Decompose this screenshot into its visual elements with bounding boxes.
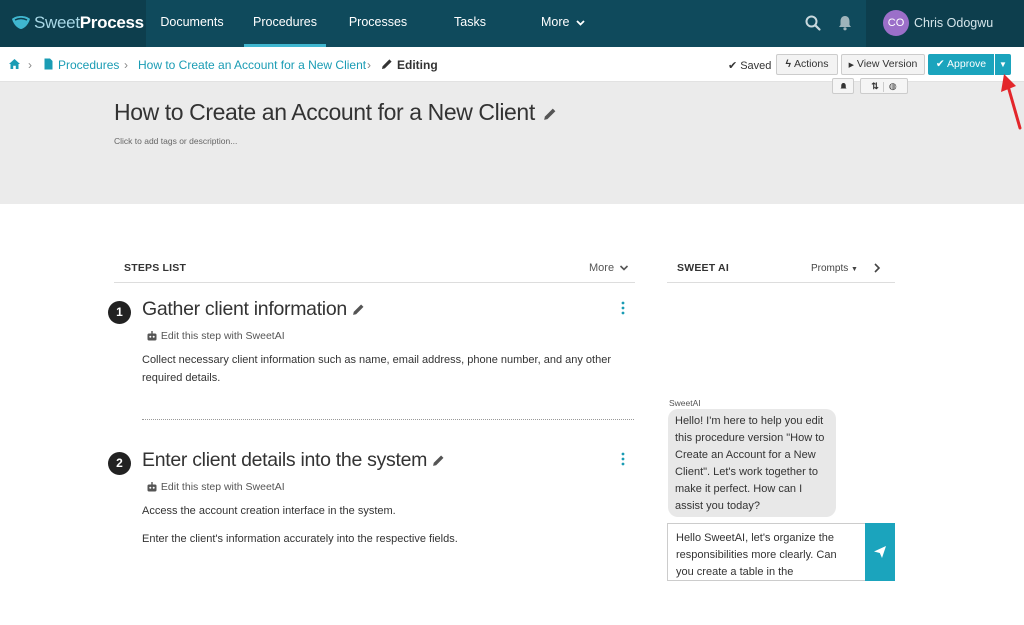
send-button[interactable] [865, 523, 895, 581]
document-icon [44, 58, 53, 70]
robot-icon [147, 331, 157, 341]
saved-status: ✔ Saved [728, 60, 772, 72]
step-title-text: Gather client information [142, 298, 347, 320]
step-title[interactable]: Enter client details into the system [142, 449, 445, 472]
play-icon: ▶ [848, 62, 854, 69]
breadcrumb-separator: › [124, 58, 128, 72]
chat-input[interactable]: Hello SweetAI, let's organize the respon… [667, 523, 865, 581]
annotation-arrow-icon [1001, 74, 1022, 130]
chat-sender-label: SweetAI [669, 398, 701, 408]
home-icon[interactable] [8, 58, 21, 70]
caret-down-icon: ▼ [851, 266, 858, 273]
tags-description-hint[interactable]: Click to add tags or description... [114, 136, 237, 146]
nav-documents[interactable]: Documents [150, 0, 234, 47]
pencil-icon [382, 59, 392, 69]
step-options-icon[interactable] [620, 452, 626, 466]
chevron-down-icon [576, 20, 585, 26]
breadcrumb: › Procedures › How to Create an Account … [0, 47, 1024, 82]
caret-down-icon: ▼ [999, 60, 1007, 69]
view-version-button[interactable]: ▶ View Version [841, 54, 925, 75]
nav-more[interactable]: More [528, 0, 598, 47]
collapse-panel-icon[interactable] [873, 262, 881, 276]
bell-icon[interactable] [836, 14, 854, 32]
pencil-icon[interactable] [352, 303, 365, 316]
user-name: Chris Odogwu [914, 16, 994, 30]
edit-step-with-ai-label: Edit this step with SweetAI [160, 330, 285, 342]
page-title[interactable]: How to Create an Account for a New Clien… [114, 99, 557, 126]
sort-icon[interactable]: ⇅ [871, 81, 879, 91]
paper-plane-icon [874, 546, 886, 558]
breadcrumb-procedures[interactable]: Procedures [58, 58, 119, 72]
brand-logo[interactable]: SweetProcess [0, 0, 146, 47]
breadcrumb-separator: › [367, 58, 371, 72]
pencil-icon[interactable] [432, 454, 445, 467]
step-divider [142, 419, 634, 420]
view-version-label: View Version [856, 58, 918, 70]
sweetprocess-logo-icon [12, 16, 30, 29]
steps-more-menu[interactable]: More [589, 262, 629, 274]
steps-list-heading: STEPS LIST [124, 262, 187, 274]
nav-more-label: More [541, 15, 570, 29]
actions-label: Actions [794, 58, 829, 70]
user-menu[interactable]: CO Chris Odogwu [866, 0, 1024, 47]
ai-message-bubble: Hello! I'm here to help you edit this pr… [668, 409, 836, 517]
header-tools: ⇅ ◍ [860, 78, 908, 94]
step-description[interactable]: Collect necessary client information suc… [142, 351, 622, 387]
edit-step-with-ai-link[interactable]: Edit this step with SweetAI [146, 330, 285, 342]
steps-list-divider [114, 282, 635, 283]
approve-label: Approve [947, 58, 987, 70]
pencil-icon[interactable] [543, 107, 557, 121]
step-description[interactable]: Enter the client's information accuratel… [142, 530, 622, 548]
top-nav: SweetProcess Documents Procedures Proces… [0, 0, 1024, 47]
page-title-text: How to Create an Account for a New Clien… [114, 99, 535, 125]
globe-icon[interactable]: ◍ [889, 81, 897, 91]
brand-name: SweetProcess [34, 13, 144, 32]
prompts-label: Prompts [811, 263, 849, 274]
step-description[interactable]: Access the account creation interface in… [142, 502, 622, 520]
step-options-icon[interactable] [620, 301, 626, 315]
notifications-toggle[interactable] [832, 78, 854, 94]
steps-more-label: More [589, 262, 615, 274]
sweet-ai-divider [667, 282, 895, 283]
bell-icon [840, 83, 846, 89]
chevron-down-icon [620, 265, 629, 271]
step-title-text: Enter client details into the system [142, 449, 428, 471]
sweet-ai-heading: SWEET AI [677, 262, 729, 274]
nav-procedures[interactable]: Procedures [244, 0, 326, 47]
saved-label: Saved [740, 60, 772, 72]
step-number: 1 [108, 301, 131, 324]
avatar: CO [883, 10, 909, 36]
breadcrumb-procedure[interactable]: How to Create an Account for a New Clien… [138, 58, 366, 72]
check-icon: ✔ [935, 58, 945, 70]
nav-tasks[interactable]: Tasks [430, 0, 510, 47]
step-number: 2 [108, 452, 131, 475]
breadcrumb-separator: › [28, 58, 32, 72]
robot-icon [147, 482, 157, 492]
approve-button[interactable]: ✔ Approve [928, 54, 994, 75]
breadcrumb-current: Editing [397, 58, 438, 72]
tool-divider [883, 81, 885, 92]
nav-processes[interactable]: Processes [336, 0, 420, 47]
search-icon[interactable] [804, 14, 822, 32]
step-title[interactable]: Gather client information [142, 298, 365, 321]
chevron-right-icon [874, 263, 881, 273]
prompts-dropdown[interactable]: Prompts ▼ [811, 263, 858, 274]
actions-button[interactable]: ϟ Actions [776, 54, 838, 75]
edit-step-with-ai-label: Edit this step with SweetAI [160, 481, 285, 493]
bolt-icon: ϟ [785, 58, 792, 70]
edit-step-with-ai-link[interactable]: Edit this step with SweetAI [146, 481, 285, 493]
